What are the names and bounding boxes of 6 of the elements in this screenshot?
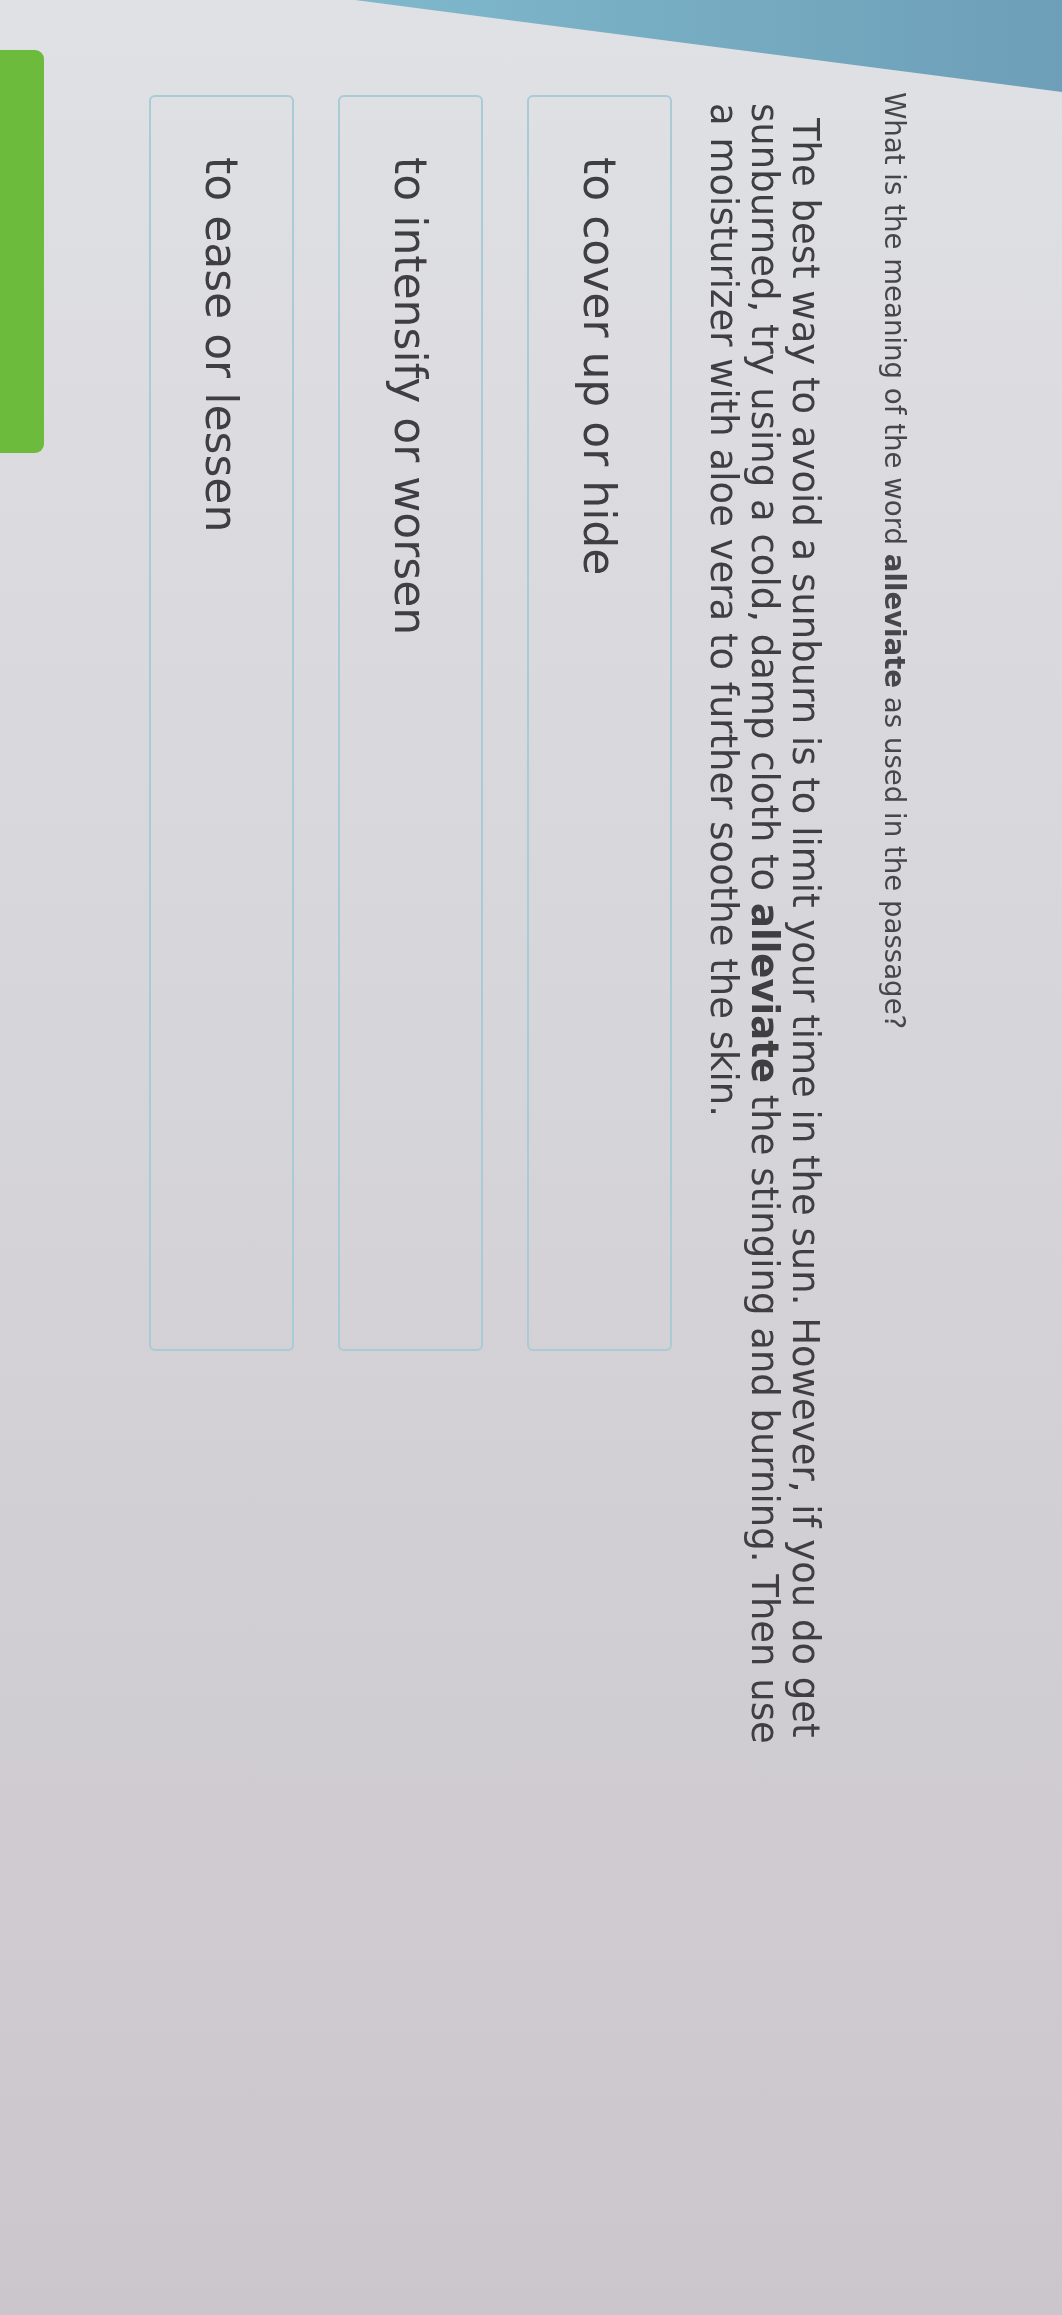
answer-choice[interactable]: to ease or lessen — [149, 95, 294, 1351]
answer-choice[interactable]: to cover up or hide — [527, 95, 672, 1351]
passage-text: The best way to avoid a sunburn is to limit your time in the sun. However, if you do get sunburned, try using a cold, damp cloth to alleviate the stinging and burning. Then use a moisturizer with aloe vera to further soothe the skin. — [703, 103, 826, 1746]
question-text: What is the meaning of the word alleviate as used in the passage? — [877, 92, 912, 1030]
answer-choice[interactable]: to intensify or worsen — [338, 95, 483, 1351]
action-button[interactable] — [0, 50, 44, 453]
